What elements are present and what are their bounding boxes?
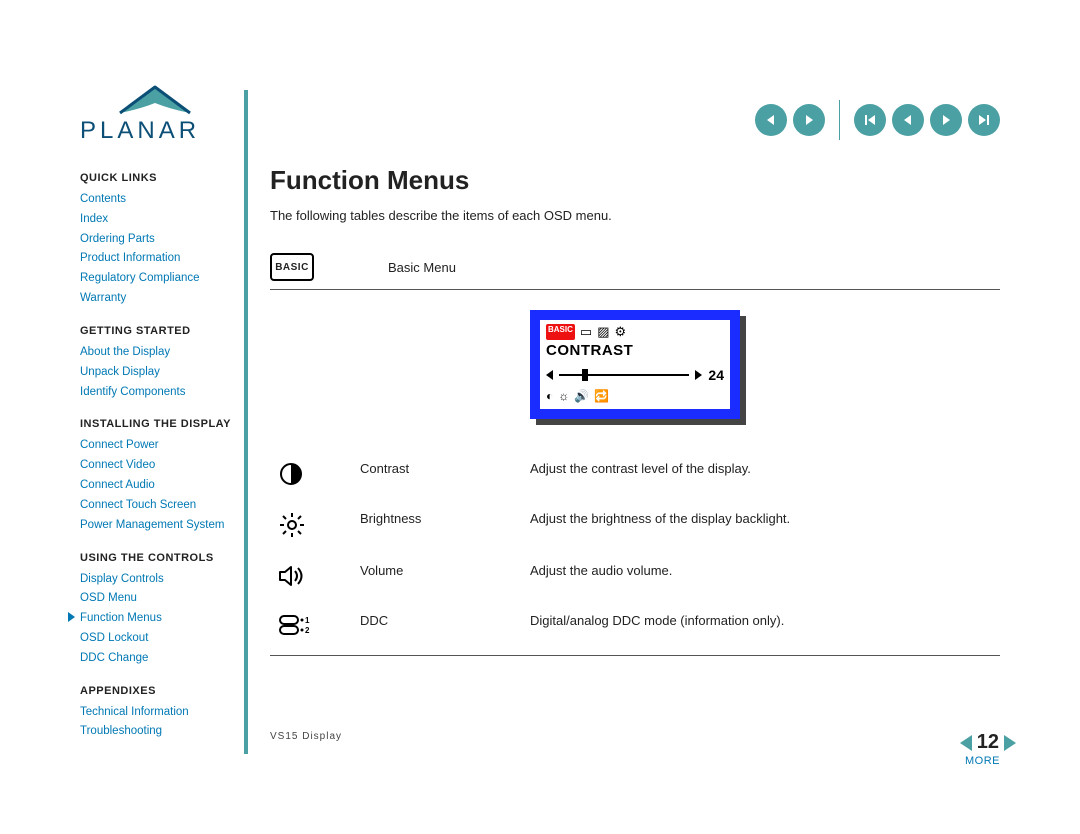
item-name: Contrast — [360, 461, 500, 476]
sidebar-heading: QUICK LINKS — [80, 170, 240, 187]
sidebar-link[interactable]: Connect Audio — [80, 476, 240, 496]
volume-icon — [270, 563, 330, 589]
sidebar-link[interactable]: Identify Components — [80, 383, 240, 403]
sidebar-heading: USING THE CONTROLS — [80, 550, 240, 567]
item-description: Adjust the contrast level of the display… — [530, 461, 1000, 476]
sidebar-link[interactable]: Troubleshooting — [80, 722, 240, 742]
page-title: Function Menus — [270, 165, 1000, 196]
svg-text:2: 2 — [305, 626, 310, 635]
vertical-separator — [244, 90, 248, 754]
sidebar-link[interactable]: Technical Information — [80, 703, 240, 723]
sidebar-link[interactable]: Product Information — [80, 249, 240, 269]
osd-value: 24 — [708, 367, 724, 383]
prev-page-button[interactable] — [892, 104, 924, 136]
document-page: PLANAR QUICK LINKS ContentsIndexOrdering … — [0, 0, 1080, 834]
menu-items-table: Contrast Adjust the contrast level of the… — [270, 449, 1000, 649]
osd-top-icons: BASIC ▭▨⚙ — [546, 324, 724, 340]
sidebar-link[interactable]: Power Management System — [80, 516, 240, 536]
page-number: 12 — [977, 731, 999, 754]
sidebar-link[interactable]: Warranty — [80, 289, 240, 309]
sidebar-link[interactable]: Contents — [80, 190, 240, 210]
next-page-button[interactable] — [930, 104, 962, 136]
nav-divider — [839, 100, 840, 140]
intro-text: The following tables describe the items … — [270, 208, 1000, 223]
more-link[interactable]: MORE — [965, 755, 1000, 767]
sidebar-link[interactable]: Connect Video — [80, 456, 240, 476]
last-page-button[interactable] — [968, 104, 1000, 136]
basic-badge-icon: BASIC — [270, 253, 314, 281]
sidebar-link[interactable]: OSD Menu — [80, 589, 240, 609]
table-row: 12 DDC Digital/analog DDC mode (informatio… — [270, 601, 1000, 649]
planar-swoosh-icon — [80, 85, 230, 119]
menu-header-row: BASIC Basic Menu — [270, 253, 1000, 290]
sidebar-heading: INSTALLING THE DISPLAY — [80, 416, 240, 433]
table-row: Brightness Adjust the brightness of the d… — [270, 499, 1000, 551]
item-name: Brightness — [360, 511, 500, 526]
next-page-arrow-icon[interactable] — [1002, 733, 1018, 753]
next-topic-button[interactable] — [793, 104, 825, 136]
item-description: Adjust the brightness of the display bac… — [530, 511, 1000, 526]
sidebar-link[interactable]: Connect Touch Screen — [80, 496, 240, 516]
sidebar-link[interactable]: Function Menus — [80, 609, 240, 629]
osd-bottom-icons: ◐☼🔊🔁 — [546, 389, 724, 403]
brand-logo: PLANAR — [80, 85, 230, 145]
prev-topic-button[interactable] — [755, 104, 787, 136]
main-content: Function Menus The following tables desc… — [270, 165, 1000, 739]
osd-screenshot: BASIC ▭▨⚙ CONTRAST 24 ◐☼🔊🔁 — [530, 310, 740, 419]
osd-label: CONTRAST — [546, 342, 724, 359]
item-name: Volume — [360, 563, 500, 578]
item-description: Digital/analog DDC mode (information onl… — [530, 613, 1000, 628]
sidebar-link[interactable]: Unpack Display — [80, 363, 240, 383]
sidebar-link[interactable]: Display Controls — [80, 570, 240, 590]
table-row: Volume Adjust the audio volume. — [270, 551, 1000, 601]
footer-product-label: VS15 Display — [270, 731, 1000, 742]
table-bottom-rule — [270, 655, 1000, 656]
sidebar-link[interactable]: Regulatory Compliance — [80, 269, 240, 289]
osd-slider-row: 24 — [546, 367, 724, 383]
table-row: Contrast Adjust the contrast level of the… — [270, 449, 1000, 499]
sidebar-heading: GETTING STARTED — [80, 323, 240, 340]
sidebar-link[interactable]: OSD Lockout — [80, 629, 240, 649]
sidebar-link[interactable]: Connect Power — [80, 436, 240, 456]
sidebar-link[interactable]: About the Display — [80, 343, 240, 363]
item-description: Adjust the audio volume. — [530, 563, 1000, 578]
contrast-icon — [270, 461, 330, 487]
menu-name-label: Basic Menu — [388, 260, 456, 275]
ddc-icon: 12 — [270, 613, 330, 637]
sidebar-link[interactable]: Ordering Parts — [80, 230, 240, 250]
sidebar-heading: APPENDIXES — [80, 683, 240, 700]
item-name: DDC — [360, 613, 500, 628]
sidebar-nav: QUICK LINKS ContentsIndexOrdering PartsPr… — [80, 170, 240, 742]
sidebar-link[interactable]: Index — [80, 210, 240, 230]
first-page-button[interactable] — [854, 104, 886, 136]
brand-name: PLANAR — [80, 117, 230, 145]
page-number-control: 12 — [958, 731, 1018, 754]
prev-page-arrow-icon[interactable] — [958, 733, 974, 753]
brightness-icon — [270, 511, 330, 539]
svg-text:1: 1 — [305, 616, 310, 625]
sidebar-link[interactable]: DDC Change — [80, 649, 240, 669]
top-nav-controls — [755, 100, 1000, 140]
